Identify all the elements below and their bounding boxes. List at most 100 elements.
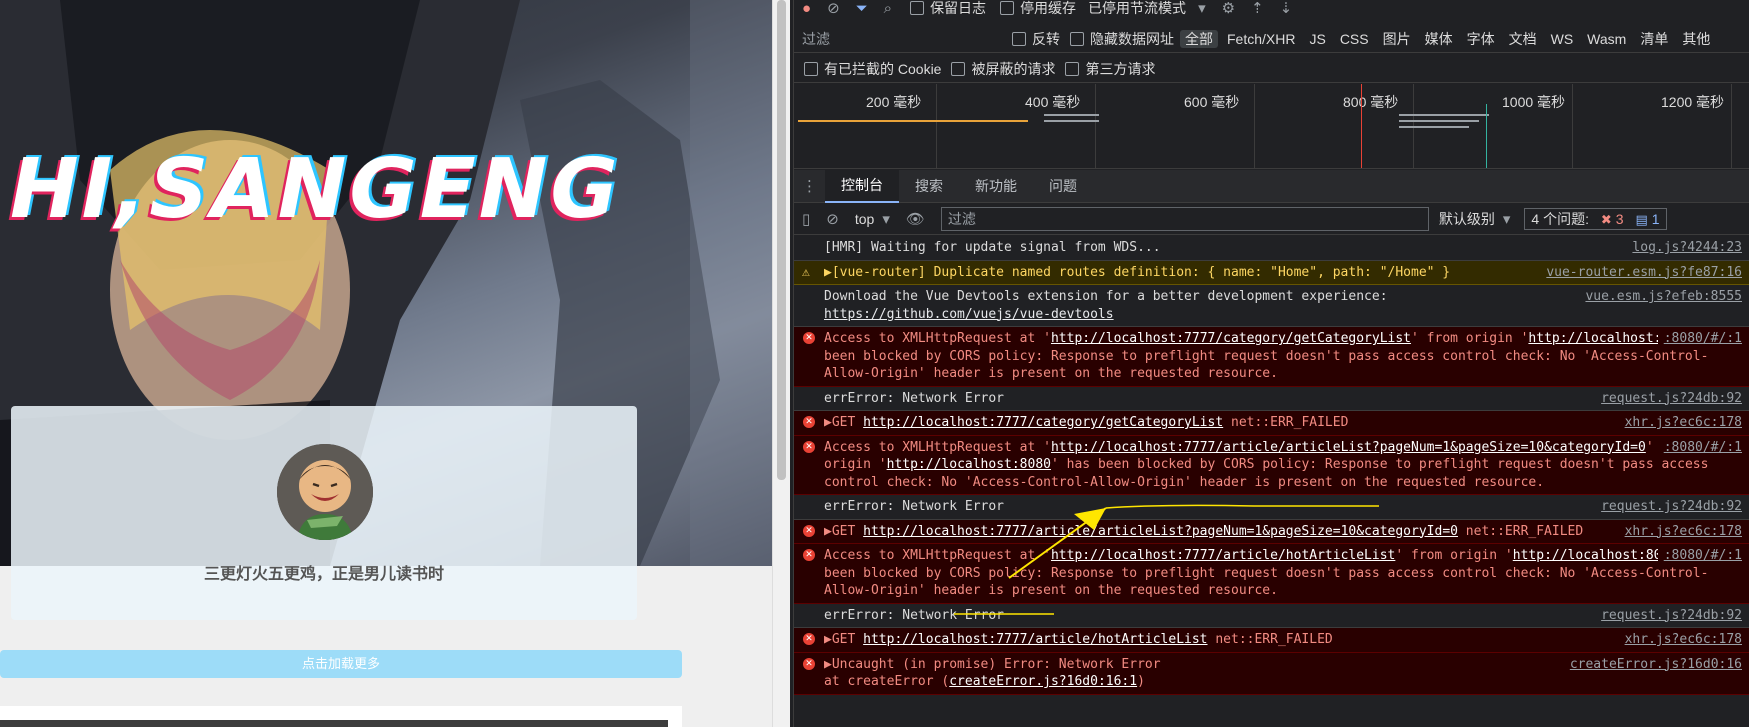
invert-label: 反转	[1032, 31, 1060, 47]
console-text: [HMR] Waiting for update signal from WDS…	[824, 240, 1161, 255]
chevron-down-icon[interactable]: ▾	[1503, 210, 1511, 228]
console-message-text: Access to XMLHttpRequest at 'http://loca…	[824, 548, 1716, 598]
console-message[interactable]: ✕ Access to XMLHttpRequest at 'http://loc…	[794, 544, 1749, 604]
drawer-menu-icon[interactable]: ⋮	[802, 177, 817, 195]
console-message[interactable]: ✕ ▶GET http://localhost:7777/article/hotA…	[794, 628, 1749, 653]
avatar[interactable]	[277, 444, 373, 540]
console-message[interactable]: ✕ ▶GET http://localhost:7777/article/arti…	[794, 519, 1749, 544]
console-source-link[interactable]: :8080/#/:1	[1657, 547, 1742, 565]
blocked-requests-checkbox[interactable]	[951, 62, 966, 76]
console-link[interactable]: createError.js?16d0:16:1	[949, 674, 1137, 689]
load-more-button[interactable]: 点击加载更多	[0, 650, 682, 678]
type-filter-1[interactable]: Fetch/XHR	[1222, 30, 1300, 48]
avatar-image	[277, 444, 373, 540]
console-message[interactable]: errError: Network Error request.js?24db:9…	[794, 495, 1749, 520]
network-toolbar: ● ⊘ ⏷ ⌕ 保留日志 停用缓存 已停用节流模式 ▾ ⚙ ⇡ ⇣	[794, 0, 1749, 16]
invert-checkbox[interactable]	[1012, 32, 1026, 46]
import-icon[interactable]: ⇡	[1251, 0, 1264, 16]
type-filter-4[interactable]: 图片	[1378, 30, 1416, 48]
type-filter-2[interactable]: JS	[1304, 30, 1330, 48]
drawer-tab-0[interactable]: 控制台	[825, 169, 899, 203]
console-text: Access to XMLHttpRequest at '	[824, 331, 1051, 346]
drawer-tab-2[interactable]: 新功能	[959, 170, 1033, 202]
page-scrollbar[interactable]	[772, 0, 790, 727]
console-source-link[interactable]: log.js?4244:23	[1626, 239, 1742, 257]
chevron-down-icon[interactable]: ▾	[882, 210, 890, 228]
console-source-link[interactable]: vue.esm.js?efeb:8555	[1579, 288, 1742, 306]
issues-counter[interactable]: 4 个问题: ✖ 3 ▤ 1	[1524, 208, 1667, 230]
type-filter-11[interactable]: 其他	[1677, 30, 1715, 48]
filter-icon[interactable]: ⏷	[856, 0, 868, 16]
search-icon[interactable]: ⌕	[884, 0, 892, 16]
console-text: errError: Network Error	[824, 499, 1005, 514]
console-source-link[interactable]: xhr.js?ec6c:178	[1618, 522, 1742, 540]
type-filter-5[interactable]: 媒体	[1420, 30, 1458, 48]
type-filter-3[interactable]: CSS	[1335, 30, 1374, 48]
type-filter-10[interactable]: 清单	[1635, 30, 1673, 48]
context-select[interactable]: top	[855, 211, 874, 227]
console-message-text: errError: Network Error	[824, 608, 1004, 623]
console-source-link[interactable]: vue-router.esm.js?fe87:16	[1540, 263, 1742, 281]
network-filter-input[interactable]: 过滤	[802, 29, 1002, 49]
log-level-select[interactable]: 默认级别	[1439, 209, 1495, 229]
console-source-link[interactable]: request.js?24db:92	[1595, 498, 1742, 516]
article-card[interactable]	[0, 706, 682, 727]
blocked-cookies-checkbox[interactable]	[804, 62, 818, 76]
console-source-link[interactable]: xhr.js?ec6c:178	[1618, 414, 1742, 432]
console-message[interactable]: [HMR] Waiting for update signal from WDS…	[794, 236, 1749, 261]
console-source-link[interactable]: xhr.js?ec6c:178	[1618, 631, 1742, 649]
console-source-link[interactable]: createError.js?16d0:16	[1563, 655, 1742, 673]
console-link[interactable]: http://localhost:7777/article/articleLis…	[1051, 440, 1646, 455]
console-message[interactable]: ✕ ▶GET http://localhost:7777/category/get…	[794, 411, 1749, 436]
console-message-text: ▶Uncaught (in promise) Error: Network Er…	[824, 657, 1161, 690]
disable-cache-checkbox[interactable]	[1000, 1, 1015, 15]
clear-console-icon[interactable]: ⊘	[826, 210, 839, 228]
console-source-link[interactable]: request.js?24db:92	[1595, 390, 1742, 408]
console-message[interactable]: Download the Vue Devtools extension for …	[794, 285, 1749, 327]
clear-icon[interactable]: ⊘	[827, 0, 840, 16]
drawer-tab-1[interactable]: 搜索	[899, 170, 959, 202]
console-message[interactable]: errError: Network Error request.js?24db:9…	[794, 604, 1749, 628]
console-message-text: ▶[vue-router] Duplicate named routes def…	[824, 265, 1450, 280]
console-link[interactable]: https://github.com/vuejs/vue-devtools	[824, 307, 1114, 322]
console-message[interactable]: errError: Network Error request.js?24db:9…	[794, 387, 1749, 411]
console-message-text: Download the Vue Devtools extension for …	[824, 289, 1388, 322]
console-link[interactable]: http://localhost:7777/article/hotArticle…	[863, 632, 1207, 647]
throttle-select[interactable]: 已停用节流模式	[1088, 0, 1186, 16]
error-issue-count: 3	[1615, 211, 1624, 227]
type-filter-6[interactable]: 字体	[1462, 30, 1500, 48]
drawer-tab-3[interactable]: 问题	[1033, 170, 1093, 202]
third-party-checkbox[interactable]	[1065, 62, 1080, 76]
type-filter-9[interactable]: Wasm	[1582, 30, 1631, 48]
network-conditions-icon[interactable]: ⚙	[1222, 0, 1235, 16]
console-message[interactable]: ✕ ▶Uncaught (in promise) Error: Network E…	[794, 652, 1749, 695]
console-source-link[interactable]: :8080/#/:1	[1657, 330, 1742, 348]
sidebar-toggle-icon[interactable]: ▯	[802, 210, 810, 228]
console-source-link[interactable]: :8080/#/:1	[1657, 438, 1742, 456]
console-message[interactable]: ✕ Access to XMLHttpRequest at 'http://loc…	[794, 435, 1749, 495]
console-message[interactable]: ✕ Access to XMLHttpRequest at 'http://loc…	[794, 327, 1749, 387]
console-message-text: Access to XMLHttpRequest at 'http://loca…	[824, 331, 1732, 381]
console-link[interactable]: http://localhost:8080	[1513, 548, 1677, 563]
chevron-down-icon[interactable]: ▾	[1198, 0, 1206, 16]
type-filter-8[interactable]: WS	[1546, 30, 1579, 48]
hide-data-urls-checkbox[interactable]	[1070, 32, 1084, 46]
console-link[interactable]: http://localhost:7777/category/getCatego…	[1051, 331, 1411, 346]
console-link[interactable]: http://localhost:8080	[887, 457, 1051, 472]
scrollbar-thumb[interactable]	[777, 0, 786, 480]
preserve-log-checkbox[interactable]	[910, 1, 925, 15]
console-link[interactable]: http://localhost:7777/article/articleLis…	[863, 524, 1458, 539]
console-source-link[interactable]: request.js?24db:92	[1595, 607, 1742, 625]
error-issue-icon: ✖	[1600, 212, 1612, 227]
motto: 三更灯火五更鸡，正是男儿读书时	[203, 566, 444, 583]
network-timeline[interactable]: 200 毫秒 400 毫秒 600 毫秒 800 毫秒 1000 毫秒 1200 毫秒	[794, 84, 1749, 169]
console-link[interactable]: http://localhost:7777/category/getCatego…	[863, 415, 1223, 430]
console-link[interactable]: http://localhost:7777/article/hotArticle…	[1051, 548, 1395, 563]
export-icon[interactable]: ⇣	[1280, 0, 1293, 16]
type-filter-7[interactable]: 文档	[1504, 30, 1542, 48]
record-icon[interactable]: ●	[802, 0, 811, 16]
live-expression-icon[interactable]: 👁	[906, 210, 925, 228]
console-filter-input[interactable]: 过滤	[940, 207, 1429, 231]
type-filter-0[interactable]: 全部	[1180, 30, 1218, 48]
console-message[interactable]: ⚠ ▶[vue-router] Duplicate named routes de…	[794, 260, 1749, 285]
